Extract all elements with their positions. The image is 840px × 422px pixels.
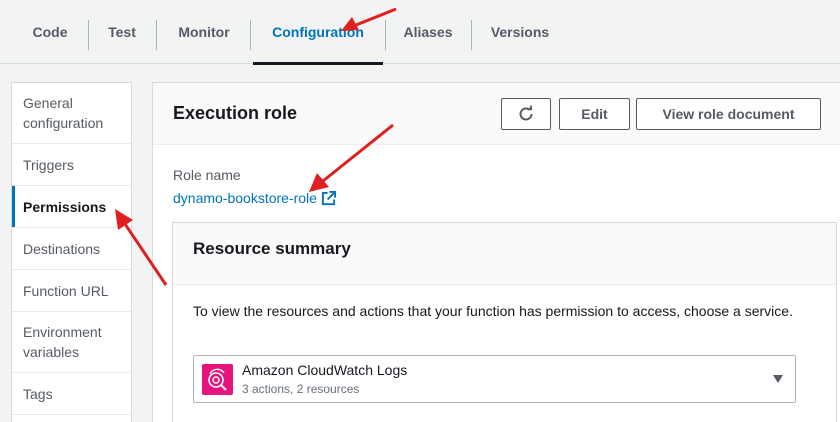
resource-summary-container: Resource summary To view the resources a…	[172, 222, 837, 422]
tab-bar: Code Test Monitor Configuration Aliases …	[0, 0, 840, 65]
tab-configuration[interactable]: Configuration	[253, 0, 383, 65]
configuration-sidenav: General configuration Triggers Permissio…	[11, 82, 132, 422]
panel-title: Execution role	[173, 103, 298, 123]
service-select[interactable]: Amazon CloudWatch Logs 3 actions, 2 reso…	[193, 355, 796, 403]
cloudwatch-logs-icon	[202, 364, 233, 395]
tab-test[interactable]: Test	[94, 0, 150, 64]
tab-versions[interactable]: Versions	[478, 0, 562, 64]
view-role-document-button[interactable]: View role document	[636, 98, 821, 130]
tab-monitor[interactable]: Monitor	[164, 0, 244, 64]
tab-separator	[156, 20, 157, 50]
tab-code[interactable]: Code	[18, 0, 82, 64]
sidenav-item-destinations[interactable]: Destinations	[12, 228, 131, 270]
panel-header: Execution role Edit View role document	[153, 83, 840, 145]
service-detail: 3 actions, 2 resources	[242, 382, 360, 396]
service-name: Amazon CloudWatch Logs	[242, 362, 408, 378]
sidenav-item-tags[interactable]: Tags	[12, 373, 131, 415]
refresh-icon	[519, 105, 533, 121]
sidenav-item-general-configuration[interactable]: General configuration	[12, 83, 131, 144]
sidenav-item-function-url[interactable]: Function URL	[12, 270, 131, 312]
edit-button[interactable]: Edit	[559, 98, 630, 130]
refresh-button[interactable]	[501, 98, 551, 130]
role-name-label: Role name	[173, 167, 241, 183]
tab-separator	[471, 20, 472, 50]
resource-summary-description: To view the resources and actions that y…	[193, 303, 793, 319]
sidenav-item-permissions[interactable]: Permissions	[12, 186, 131, 228]
execution-role-panel: Execution role Edit View role document R…	[152, 82, 840, 422]
role-name-link[interactable]: dynamo-bookstore-role	[173, 190, 336, 206]
role-name-text: dynamo-bookstore-role	[173, 190, 317, 206]
tab-separator	[250, 20, 251, 50]
sidenav-item-environment-variables[interactable]: Environment variables	[12, 312, 131, 373]
sidenav-item-triggers[interactable]: Triggers	[12, 144, 131, 186]
resource-summary-header: Resource summary	[173, 223, 836, 285]
tab-separator	[385, 20, 386, 50]
external-link-icon	[321, 190, 336, 205]
tab-separator	[88, 20, 89, 50]
resource-summary-title: Resource summary	[193, 239, 351, 258]
caret-down-icon	[773, 375, 783, 383]
tab-aliases[interactable]: Aliases	[392, 0, 464, 64]
